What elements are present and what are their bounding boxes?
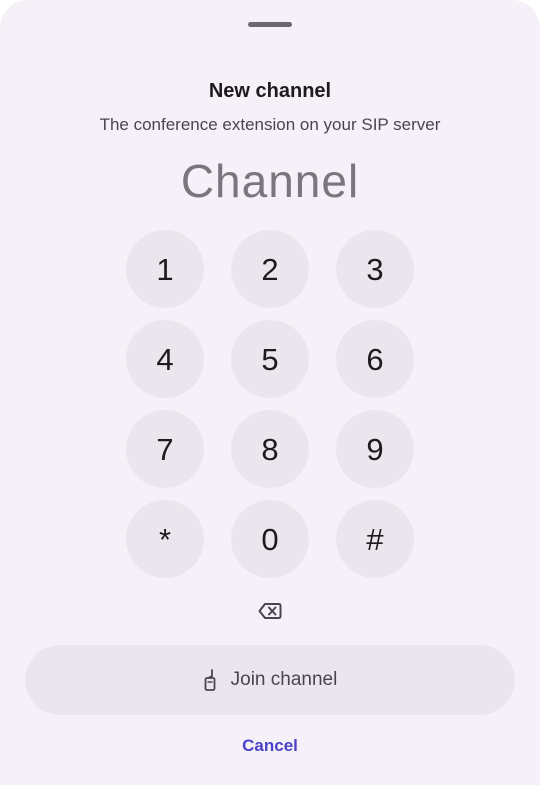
key-8-label: 8 — [261, 431, 279, 467]
cancel-button[interactable]: Cancel — [220, 730, 320, 762]
key-6[interactable]: 6 — [336, 320, 414, 398]
walkie-talkie-icon — [204, 669, 216, 691]
backspace-icon — [258, 603, 282, 619]
key-3[interactable]: 3 — [336, 230, 414, 308]
key-0-label: 0 — [261, 521, 279, 557]
join-channel-button[interactable]: Join channel — [25, 645, 515, 715]
key-5[interactable]: 5 — [231, 320, 309, 398]
key-hash-label: # — [366, 521, 384, 557]
key-2[interactable]: 2 — [231, 230, 309, 308]
key-7[interactable]: 7 — [126, 410, 204, 488]
sheet-subtitle: The conference extension on your SIP ser… — [99, 115, 441, 134]
drag-handle[interactable] — [248, 22, 292, 27]
bottom-sheet: New channel The conference extension on … — [0, 0, 540, 785]
key-1[interactable]: 1 — [126, 230, 204, 308]
channel-display: Channel — [180, 155, 360, 207]
join-channel-label: Join channel — [230, 669, 338, 690]
key-0[interactable]: 0 — [231, 500, 309, 578]
key-3-label: 3 — [366, 251, 384, 287]
key-8[interactable]: 8 — [231, 410, 309, 488]
key-hash[interactable]: # — [336, 500, 414, 578]
sheet-title: New channel — [208, 80, 332, 102]
key-1-label: 1 — [156, 251, 174, 287]
key-2-label: 2 — [261, 251, 279, 287]
key-star[interactable]: * — [126, 500, 204, 578]
backspace-button[interactable] — [256, 600, 284, 622]
key-5-label: 5 — [261, 341, 279, 377]
key-6-label: 6 — [366, 341, 384, 377]
key-star-label: * — [158, 521, 172, 557]
key-4-label: 4 — [156, 341, 174, 377]
key-9-label: 9 — [366, 431, 384, 467]
key-4[interactable]: 4 — [126, 320, 204, 398]
key-9[interactable]: 9 — [336, 410, 414, 488]
key-7-label: 7 — [156, 431, 174, 467]
